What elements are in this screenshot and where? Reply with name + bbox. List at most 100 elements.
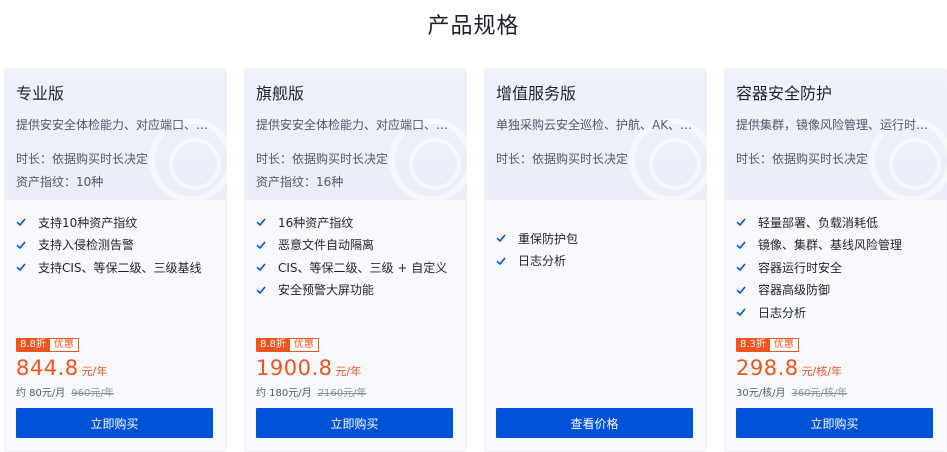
price: 1900.8 元/年 <box>256 356 361 380</box>
check-icon <box>736 307 746 317</box>
discount-rate: 8.8折 <box>16 338 50 352</box>
feature-text: 日志分析 <box>518 254 567 269</box>
feature-list: 支持10种资产指纹 支持入侵检测告警 支持CIS、等保二级、三级基线 <box>16 211 221 279</box>
check-icon <box>736 285 746 295</box>
check-icon <box>16 262 26 272</box>
feature-text: 恶意文件自动隔离 <box>278 238 375 253</box>
feature-text: 支持入侵检测告警 <box>38 238 135 253</box>
feature-item: 支持入侵检测告警 <box>16 234 221 257</box>
price-value: 844.8 <box>16 356 79 380</box>
buy-now-button[interactable]: 立即购买 <box>736 408 933 438</box>
page-title: 产品规格 <box>427 14 520 39</box>
feature-text: 支持10种资产指纹 <box>38 215 138 230</box>
price-value: 1900.8 <box>256 356 333 380</box>
feature-text: 容器高级防御 <box>758 283 831 298</box>
feature-item: 支持10种资产指纹 <box>16 211 221 234</box>
feature-item: 恶意文件自动隔离 <box>256 234 461 257</box>
price-sub: 约 80元/月 960元/年 <box>16 384 114 399</box>
feature-item: 容器高级防御 <box>736 279 941 302</box>
original-price: 2160元/年 <box>317 388 367 399</box>
card-title: 容器安全防护 <box>736 84 833 103</box>
card-title: 专业版 <box>16 84 65 103</box>
check-icon <box>736 217 746 227</box>
card-description: 单独采购云安全巡检、护航、AK、DNS监测服务 <box>496 118 700 132</box>
feature-text: 16种资产指纹 <box>278 215 354 230</box>
discount-rate: 8.8折 <box>256 338 290 352</box>
product-card-flagship: 旗舰版 提供安安全体检能力、对应端口、漏洞风险检测 时长：依据购买时长决定 资产… <box>244 68 467 452</box>
product-card-professional: 专业版 提供安安全体检能力、对应端口、漏洞风险检测 时长：依据购买时长决定 资产… <box>4 68 227 452</box>
discount-badge: 8.3折 优惠 <box>736 338 799 352</box>
card-duration: 时长：依据购买时长决定 <box>256 152 389 166</box>
card-fingerprint: 资产指纹：10种 <box>16 175 104 189</box>
price: 844.8 元/年 <box>16 356 107 380</box>
card-duration: 时长：依据购买时长决定 <box>736 152 869 166</box>
buy-now-button[interactable]: 立即购买 <box>16 408 213 438</box>
feature-item: 镜像、集群、基线风险管理 <box>736 234 941 257</box>
product-card-container-security: 容器安全防护 提供集群，镜像风险管理、运行时安全防护 时长：依据购买时长决定 轻… <box>724 68 947 452</box>
check-icon <box>256 217 266 227</box>
feature-list: 轻量部署、负载消耗低 镜像、集群、基线风险管理 容器运行时安全 容器高级防御 日… <box>736 211 941 324</box>
price-sub: 约 180元/月 2160元/年 <box>256 384 366 399</box>
discount-label: 优惠 <box>769 338 799 352</box>
feature-item: 容器运行时安全 <box>736 256 941 279</box>
product-cards: 专业版 提供安安全体检能力、对应端口、漏洞风险检测 时长：依据购买时长决定 资产… <box>4 68 947 452</box>
price-sub: 30元/核/月 360元/核/年 <box>736 384 847 399</box>
check-icon <box>496 256 506 266</box>
price-unit: 元/年 <box>81 365 108 378</box>
card-title: 增值服务版 <box>496 84 577 103</box>
discount-rate: 8.3折 <box>736 338 770 352</box>
card-header: 容器安全防护 提供集群，镜像风险管理、运行时安全防护 时长：依据购买时长决定 <box>724 68 947 200</box>
feature-item: 轻量部署、负载消耗低 <box>736 211 941 234</box>
price-unit: 元/年 <box>335 365 362 378</box>
card-fingerprint: 资产指纹：16种 <box>256 175 344 189</box>
feature-text: 镜像、集群、基线风险管理 <box>758 238 903 253</box>
feature-text: 安全预警大屏功能 <box>278 283 375 298</box>
feature-item: 支持CIS、等保二级、三级基线 <box>16 256 221 279</box>
monthly-price: 约 180元/月 <box>256 388 312 399</box>
feature-text: 轻量部署、负载消耗低 <box>758 215 879 230</box>
check-icon <box>496 233 506 243</box>
product-card-value-added: 增值服务版 单独采购云安全巡检、护航、AK、DNS监测服务 时长：依据购买时长决… <box>484 68 707 452</box>
feature-item: CIS、等保二级、三级 + 自定义 <box>256 256 461 279</box>
feature-item: 日志分析 <box>496 250 701 273</box>
card-title: 旗舰版 <box>256 84 305 103</box>
feature-text: 日志分析 <box>758 305 807 320</box>
card-duration: 时长：依据购买时长决定 <box>496 152 629 166</box>
price-value: 298.8 <box>736 356 799 380</box>
view-price-button[interactable]: 查看价格 <box>496 408 693 438</box>
original-price: 360元/核/年 <box>791 388 848 399</box>
buy-now-button[interactable]: 立即购买 <box>256 408 453 438</box>
price: 298.8 元/核/年 <box>736 356 842 380</box>
price-unit: 元/核/年 <box>801 365 843 378</box>
feature-list: 重保防护包 日志分析 <box>496 227 701 272</box>
feature-text: 支持CIS、等保二级、三级基线 <box>38 260 202 275</box>
feature-list: 16种资产指纹 恶意文件自动隔离 CIS、等保二级、三级 + 自定义 安全预警大… <box>256 211 461 301</box>
card-description: 提供安安全体检能力、对应端口、漏洞风险检测 <box>16 118 220 132</box>
card-header: 增值服务版 单独采购云安全巡检、护航、AK、DNS监测服务 时长：依据购买时长决… <box>484 68 707 200</box>
feature-text: 容器运行时安全 <box>758 260 843 275</box>
check-icon <box>256 285 266 295</box>
monthly-price: 约 80元/月 <box>16 388 66 399</box>
check-icon <box>256 262 266 272</box>
monthly-price: 30元/核/月 <box>736 388 786 399</box>
feature-text: 重保防护包 <box>518 231 579 246</box>
check-icon <box>736 240 746 250</box>
card-description: 提供安安全体检能力、对应端口、漏洞风险检测 <box>256 118 460 132</box>
check-icon <box>16 217 26 227</box>
feature-item: 日志分析 <box>736 301 941 324</box>
discount-label: 优惠 <box>49 338 79 352</box>
feature-text: CIS、等保二级、三级 + 自定义 <box>278 260 448 275</box>
card-duration: 时长：依据购买时长决定 <box>16 152 149 166</box>
check-icon <box>736 262 746 272</box>
discount-badge: 8.8折 优惠 <box>16 338 79 352</box>
discount-badge: 8.8折 优惠 <box>256 338 319 352</box>
check-icon <box>256 240 266 250</box>
original-price: 960元/年 <box>71 388 114 399</box>
card-description: 提供集群，镜像风险管理、运行时安全防护 <box>736 118 940 132</box>
card-header: 旗舰版 提供安安全体检能力、对应端口、漏洞风险检测 时长：依据购买时长决定 资产… <box>244 68 467 200</box>
card-header: 专业版 提供安安全体检能力、对应端口、漏洞风险检测 时长：依据购买时长决定 资产… <box>4 68 227 200</box>
feature-item: 安全预警大屏功能 <box>256 279 461 302</box>
discount-label: 优惠 <box>289 338 319 352</box>
feature-item: 重保防护包 <box>496 227 701 250</box>
feature-item: 16种资产指纹 <box>256 211 461 234</box>
